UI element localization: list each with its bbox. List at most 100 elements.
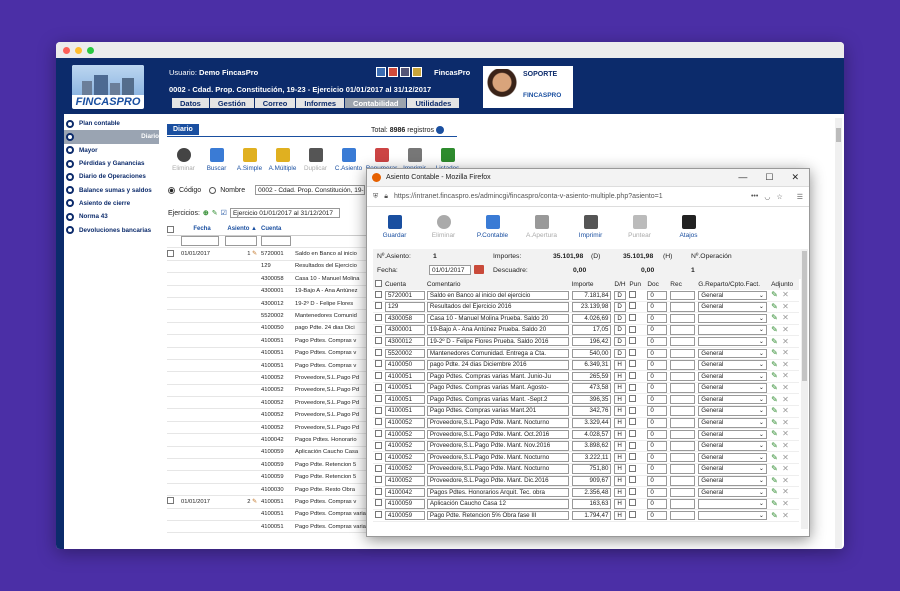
delete-line-icon[interactable]: ✕: [782, 465, 791, 473]
diario-tool-0[interactable]: Eliminar: [167, 148, 200, 172]
check-icon[interactable]: ☑: [221, 209, 227, 217]
line-checkbox[interactable]: [375, 453, 382, 461]
comentario-input[interactable]: Proveedore,S.L.Pago Pdte. Mant. Nov.2016: [426, 441, 569, 451]
sidebar-item-8[interactable]: Devoluciones bancarias: [64, 223, 159, 236]
sidebar-item-7[interactable]: Norma 43: [64, 210, 159, 223]
doc-input[interactable]: 0: [647, 429, 668, 440]
sidebar-item-0[interactable]: Plan contable: [64, 117, 159, 130]
attach-pencil-icon[interactable]: ✎: [771, 395, 780, 404]
line-checkbox[interactable]: [375, 429, 382, 437]
cuenta-input[interactable]: 4100059: [384, 510, 425, 521]
attach-pencil-icon[interactable]: ✎: [771, 349, 780, 357]
line-checkbox[interactable]: [375, 337, 382, 345]
attach-pencil-icon[interactable]: ✎: [771, 442, 780, 450]
line-checkbox[interactable]: [375, 371, 382, 379]
line-checkbox[interactable]: [375, 348, 382, 356]
nav-3[interactable]: Informes: [296, 98, 346, 108]
rec-input[interactable]: [670, 336, 696, 347]
cuenta-input[interactable]: 4100052: [384, 418, 425, 428]
doc-input[interactable]: 0: [647, 499, 668, 509]
importe-input[interactable]: 2.356,48: [571, 487, 612, 498]
diario-tool-3[interactable]: A.Múltiple: [266, 148, 299, 172]
punteo-checkbox[interactable]: [629, 383, 637, 391]
importe-input[interactable]: 4.028,57: [571, 429, 612, 440]
dh-input[interactable]: H: [614, 383, 627, 393]
pencil-icon[interactable]: ✎: [251, 251, 257, 257]
mail-icon[interactable]: [376, 67, 386, 77]
dh-input[interactable]: H: [614, 394, 627, 405]
select-all-lines[interactable]: [375, 280, 382, 287]
rec-input[interactable]: [670, 476, 696, 486]
comentario-input[interactable]: Mantenedores Comunidad. Entrega a Cta.: [426, 348, 569, 359]
punteo-checkbox[interactable]: [629, 418, 637, 426]
attach-pencil-icon[interactable]: ✎: [771, 291, 780, 299]
line-checkbox[interactable]: [375, 418, 382, 426]
reparto-select[interactable]: General ⌄: [698, 383, 768, 393]
punteo-checkbox[interactable]: [629, 453, 637, 461]
ejercicio-select[interactable]: Ejercicio 01/01/2017 al 31/12/2017: [229, 208, 340, 218]
punteo-checkbox[interactable]: [629, 313, 637, 321]
importe-input[interactable]: 1.794,47: [571, 510, 612, 521]
attach-pencil-icon[interactable]: ✎: [771, 372, 780, 380]
popup-tool-5[interactable]: Puntear: [615, 215, 664, 249]
dh-input[interactable]: D: [614, 336, 627, 347]
alert-icon[interactable]: [388, 67, 398, 77]
maximize-button[interactable]: ☐: [765, 172, 773, 183]
minimize-dot[interactable]: [75, 46, 82, 54]
dh-input[interactable]: H: [614, 476, 627, 486]
importe-input[interactable]: 23.139,98: [571, 302, 612, 312]
punteo-checkbox[interactable]: [629, 337, 637, 345]
cuenta-input[interactable]: 4300012: [384, 336, 425, 347]
comentario-input[interactable]: Aplicación Caucho Casa 12: [426, 499, 569, 509]
popup-tool-4[interactable]: Imprimir: [566, 215, 615, 249]
reparto-select[interactable]: ⌄: [698, 499, 768, 509]
rec-input[interactable]: [670, 452, 696, 463]
cuenta-input[interactable]: 4100052: [384, 441, 425, 451]
dh-input[interactable]: H: [614, 429, 627, 440]
doc-input[interactable]: 0: [647, 302, 668, 312]
punteo-checkbox[interactable]: [629, 499, 637, 507]
punteo-checkbox[interactable]: [629, 511, 637, 519]
comentario-input[interactable]: Pago Pdtes. Compras varias Mant. Agosto-: [426, 383, 569, 393]
cuenta-input[interactable]: 129: [384, 302, 425, 312]
cuenta-input[interactable]: 4100052: [384, 429, 425, 440]
comentario-input[interactable]: 19-Bajo A - Ana Antúnez Prueba. Saldo 20: [426, 325, 569, 335]
importe-input[interactable]: 4.026,69: [571, 313, 612, 324]
delete-line-icon[interactable]: ✕: [782, 407, 791, 415]
delete-line-icon[interactable]: ✕: [782, 314, 791, 322]
sidebar-item-5[interactable]: Balance sumas y saldos: [64, 183, 159, 196]
importe-input[interactable]: 6.349,31: [571, 360, 612, 370]
dh-input[interactable]: H: [614, 499, 627, 509]
line-checkbox[interactable]: [375, 464, 382, 472]
line-checkbox[interactable]: [375, 383, 382, 391]
importe-input[interactable]: 751,80: [571, 464, 612, 474]
add-icon[interactable]: ⊕: [203, 209, 209, 217]
col-fecha[interactable]: Fecha: [181, 226, 223, 235]
line-checkbox[interactable]: [375, 511, 382, 519]
doc-input[interactable]: 0: [647, 452, 668, 463]
attach-pencil-icon[interactable]: ✎: [771, 302, 780, 311]
doc-input[interactable]: 0: [647, 313, 668, 324]
rec-input[interactable]: [670, 464, 696, 474]
importe-input[interactable]: 3.329,44: [571, 418, 612, 428]
delete-line-icon[interactable]: ✕: [782, 291, 791, 299]
comentario-input[interactable]: Pago Pdte. Retencion 5% Obra fase III: [426, 510, 569, 521]
nav-5[interactable]: Utilidades: [407, 98, 461, 108]
delete-line-icon[interactable]: ✕: [782, 349, 791, 357]
punteo-checkbox[interactable]: [629, 325, 637, 333]
sidebar-item-6[interactable]: Asiento de cierre: [64, 197, 159, 210]
punteo-checkbox[interactable]: [629, 290, 637, 298]
page-actions-icon[interactable]: •••: [751, 193, 758, 200]
reparto-select[interactable]: General ⌄: [698, 452, 768, 463]
fincaspro-logo[interactable]: FINCASPRO: [72, 65, 144, 109]
delete-line-icon[interactable]: ✕: [782, 418, 791, 427]
cuenta-input[interactable]: 4100059: [384, 499, 425, 509]
reparto-select[interactable]: General ⌄: [698, 348, 768, 359]
diario-tool-2[interactable]: A.Simple: [233, 148, 266, 172]
rec-input[interactable]: [670, 325, 696, 335]
rec-input[interactable]: [670, 371, 696, 382]
dh-input[interactable]: D: [614, 302, 627, 312]
dh-input[interactable]: H: [614, 487, 627, 498]
sidebar-item-2[interactable]: Mayor: [64, 144, 159, 157]
cuenta-input[interactable]: 4100042: [384, 487, 425, 498]
